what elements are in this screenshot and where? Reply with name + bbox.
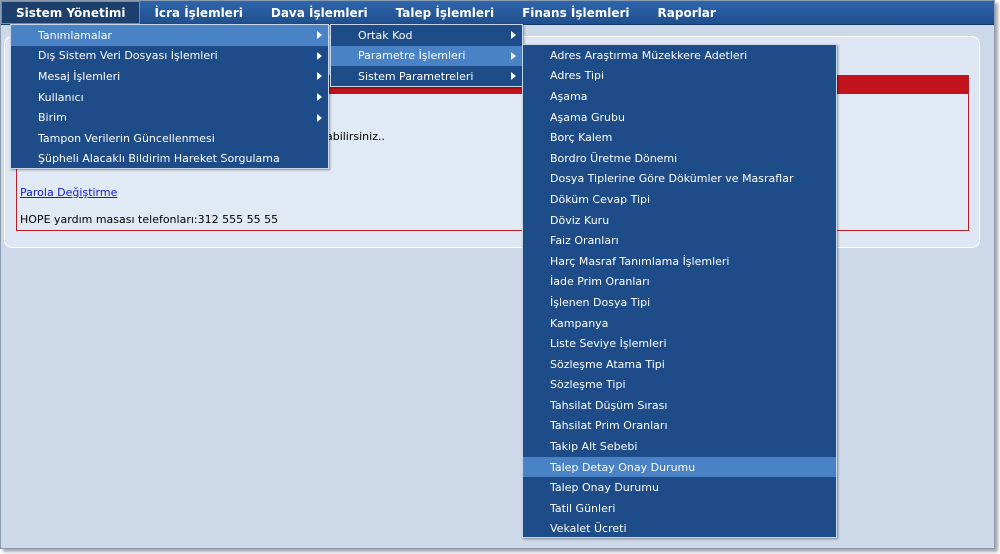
menu-item-label: Mesaj İşlemleri xyxy=(38,69,121,83)
menu-item-tatil-gunleri[interactable]: Tatil Günleri xyxy=(523,498,836,519)
menu-item-borc-kalem[interactable]: Borç Kalem xyxy=(523,127,836,148)
menu-item-tanimlamalar[interactable]: Tanımlamalar xyxy=(11,25,328,46)
menu-item-sozlesme-atama[interactable]: Sözleşme Atama Tipi xyxy=(523,354,836,375)
parametre-islemleri-submenu: Adres Araştırma Müzekkere Adetleri Adres… xyxy=(522,44,837,538)
menu-item-faiz-oranlari[interactable]: Faiz Oranları xyxy=(523,230,836,251)
menu-talep-islemleri[interactable]: Talep İşlemleri xyxy=(382,1,508,24)
menu-item-label: Dış Sistem Veri Dosyası İşlemleri xyxy=(38,49,218,63)
tanimlamalar-submenu: Ortak Kod Parametre İşlemleri Sistem Par… xyxy=(330,24,523,87)
menu-item-ortak-kod[interactable]: Ortak Kod xyxy=(331,25,522,46)
menu-item-dis-sistem-veri[interactable]: Dış Sistem Veri Dosyası İşlemleri xyxy=(11,46,328,67)
menu-item-islenen-dosya[interactable]: İşlenen Dosya Tipi xyxy=(523,292,836,313)
menu-item-label: Sistem Parametreleri xyxy=(358,69,474,83)
menu-item-label: Şüpheli Alacaklı Bildirim Hareket Sorgul… xyxy=(38,152,280,166)
menu-item-label: Kullanıcı xyxy=(38,90,84,104)
menu-icra-islemleri[interactable]: İcra İşlemleri xyxy=(140,1,256,24)
submenu-arrow-icon xyxy=(317,113,322,122)
menu-item-kullanici[interactable]: Kullanıcı xyxy=(11,87,328,108)
menu-item-label: Ortak Kod xyxy=(358,28,413,42)
helpdesk-text: HOPE yardım masası telefonları:312 555 5… xyxy=(20,213,279,226)
menu-item-liste-seviye[interactable]: Liste Seviye İşlemleri xyxy=(523,333,836,354)
menu-item-sozlesme-tipi[interactable]: Sözleşme Tipi xyxy=(523,375,836,396)
menu-item-asama[interactable]: Aşama xyxy=(523,86,836,107)
menu-item-tahsilat-dusum[interactable]: Tahsilat Düşüm Sırası xyxy=(523,395,836,416)
menu-item-asama-grubu[interactable]: Aşama Grubu xyxy=(523,107,836,128)
menu-item-talep-detay-onay[interactable]: Talep Detay Onay Durumu xyxy=(523,456,836,478)
menu-item-bordro-uretme[interactable]: Bordro Üretme Dönemi xyxy=(523,148,836,169)
submenu-arrow-icon xyxy=(317,72,322,81)
menu-item-mesaj-islemleri[interactable]: Mesaj İşlemleri xyxy=(11,66,328,87)
menu-item-sistem-parametreleri[interactable]: Sistem Parametreleri xyxy=(331,66,522,87)
menu-finans-islemleri[interactable]: Finans İşlemleri xyxy=(508,1,643,24)
menu-item-label: Tampon Verilerin Güncellenmesi xyxy=(38,131,215,145)
menu-item-adres-arastirma[interactable]: Adres Araştırma Müzekkere Adetleri xyxy=(523,45,836,66)
menu-item-label: Birim xyxy=(38,111,67,125)
menu-item-takip-alt-sebebi[interactable]: Takip Alt Sebebi xyxy=(523,436,836,457)
submenu-arrow-icon xyxy=(511,51,516,60)
submenu-arrow-icon xyxy=(317,93,322,102)
menu-item-iade-prim[interactable]: İade Prim Oranları xyxy=(523,272,836,293)
menu-item-dosya-tiplerine[interactable]: Dosya Tiplerine Göre Dökümler ve Masrafl… xyxy=(523,169,836,190)
menu-item-label: Parametre İşlemleri xyxy=(358,49,466,63)
menu-item-tampon-verilerin[interactable]: Tampon Verilerin Güncellenmesi xyxy=(11,128,328,149)
menu-item-talep-onay[interactable]: Talep Onay Durumu xyxy=(523,477,836,498)
submenu-arrow-icon xyxy=(511,31,516,40)
menu-item-dokum-cevap-tipi[interactable]: Döküm Cevap Tipi xyxy=(523,189,836,210)
menu-item-supheli-alacakli[interactable]: Şüpheli Alacaklı Bildirim Hareket Sorgul… xyxy=(11,149,328,170)
menu-item-doviz-kuru[interactable]: Döviz Kuru xyxy=(523,210,836,231)
menu-dava-islemleri[interactable]: Dava İşlemleri xyxy=(257,1,382,24)
submenu-arrow-icon xyxy=(317,31,322,40)
menu-item-label: Tanımlamalar xyxy=(38,28,112,42)
menu-raporlar[interactable]: Raporlar xyxy=(644,1,730,24)
main-menubar: Sistem Yönetimi İcra İşlemleri Dava İşle… xyxy=(1,1,994,25)
password-change-link[interactable]: Parola Değiştirme xyxy=(20,186,117,199)
menu-item-parametre-islemleri[interactable]: Parametre İşlemleri xyxy=(331,45,522,67)
submenu-arrow-icon xyxy=(511,72,516,81)
menu-item-adres-tipi[interactable]: Adres Tipi xyxy=(523,66,836,87)
menu-item-harc-masraf[interactable]: Harç Masraf Tanımlama İşlemleri xyxy=(523,251,836,272)
sistem-yonetimi-dropdown: Tanımlamalar Dış Sistem Veri Dosyası İşl… xyxy=(10,24,329,169)
menu-item-tahsilat-prim[interactable]: Tahsilat Prim Oranları xyxy=(523,416,836,437)
submenu-arrow-icon xyxy=(317,51,322,60)
menu-item-vekalet-ucreti[interactable]: Vekalet Ücreti xyxy=(523,519,836,540)
menu-item-kampanya[interactable]: Kampanya xyxy=(523,313,836,334)
menu-sistem-yonetimi[interactable]: Sistem Yönetimi xyxy=(1,1,141,24)
menu-item-birim[interactable]: Birim xyxy=(11,107,328,128)
